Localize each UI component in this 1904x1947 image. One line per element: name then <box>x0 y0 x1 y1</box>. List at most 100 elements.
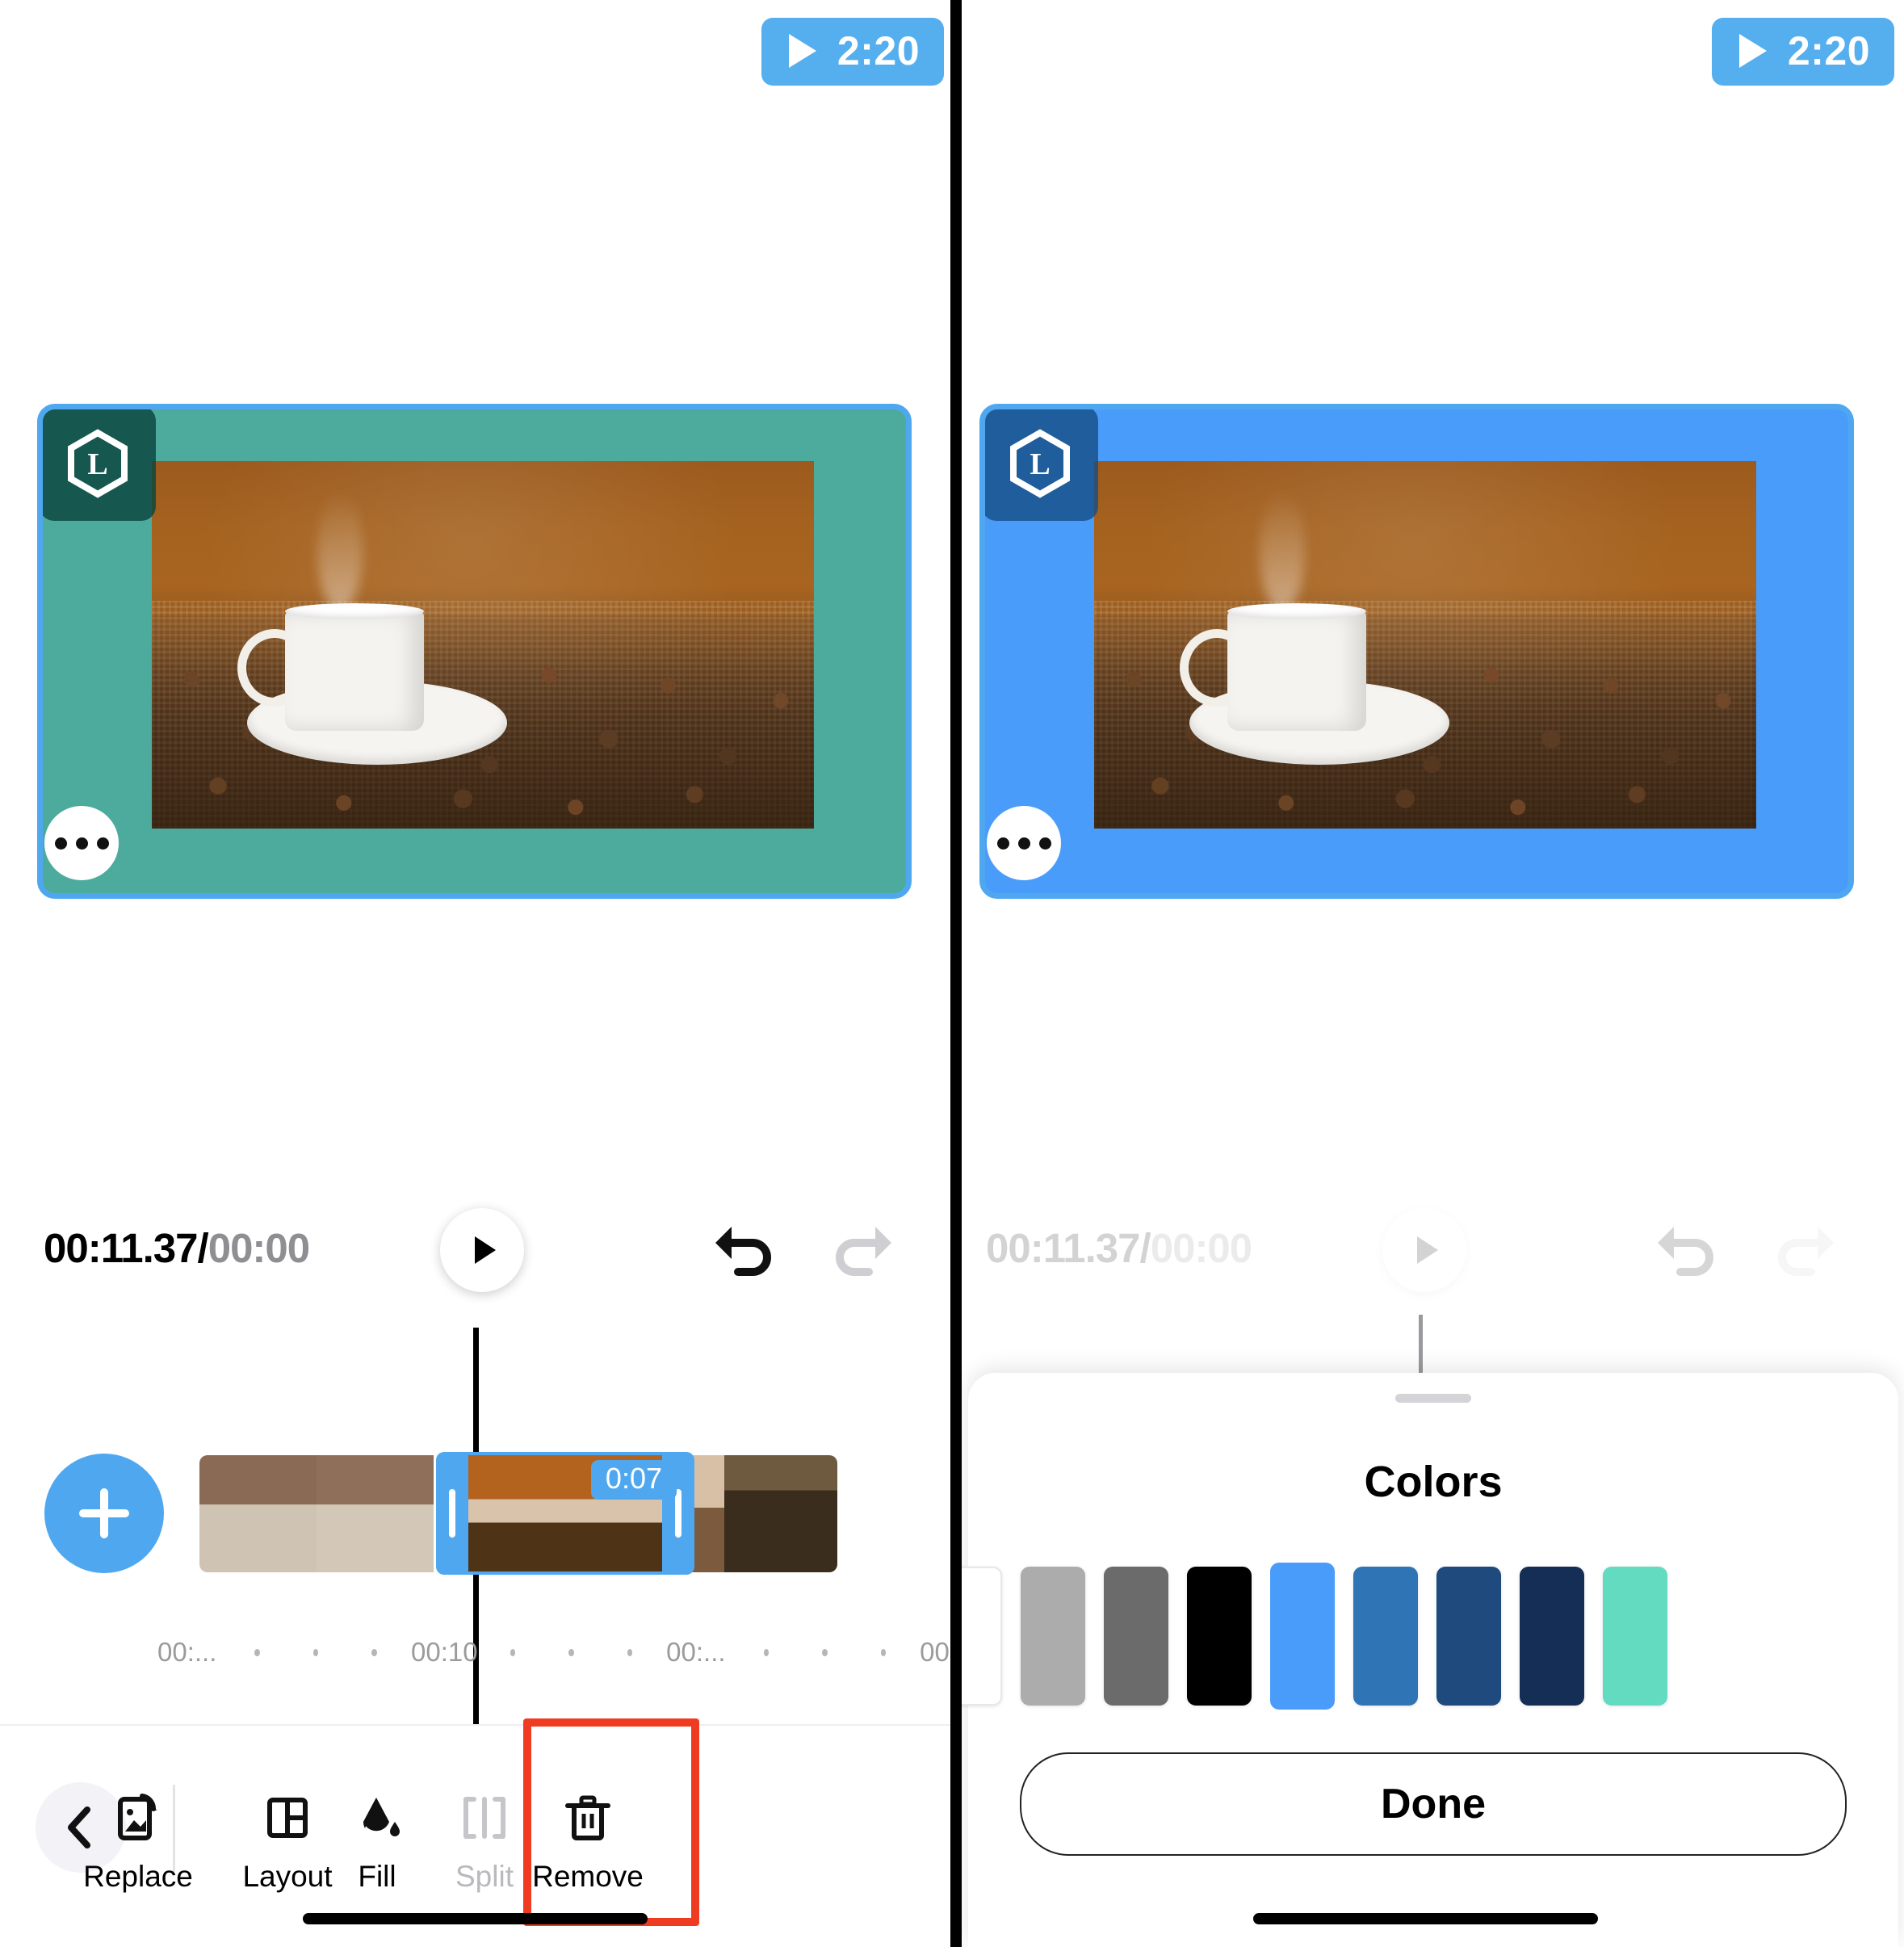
trim-handle-left[interactable] <box>449 1489 455 1538</box>
colors-sheet: Colors Done <box>962 1373 1898 1947</box>
play-icon <box>1416 1236 1438 1264</box>
sheet-title: Colors <box>1364 1458 1503 1506</box>
add-media-button[interactable] <box>44 1454 164 1573</box>
time-separator: / <box>1139 1225 1151 1271</box>
play-button <box>1382 1208 1466 1292</box>
trash-icon <box>560 1789 616 1847</box>
color-swatch-navy-blue[interactable] <box>1436 1567 1501 1706</box>
duration-badge-label: 2:20 <box>837 28 920 73</box>
duration-badge[interactable]: 2:20 <box>1711 18 1894 86</box>
clip-thumbnail <box>199 1455 317 1572</box>
color-swatch-list[interactable] <box>962 1563 1667 1710</box>
ruler-tick <box>822 1648 828 1656</box>
coffee-cup <box>285 603 424 731</box>
sheet-grabber[interactable] <box>1395 1394 1471 1403</box>
hexagon-logo-icon: L <box>43 409 156 521</box>
toolbar-item-label: Split <box>455 1860 514 1893</box>
play-icon <box>1738 34 1767 68</box>
preview-video-frame <box>152 461 814 829</box>
color-swatch-medium-blue[interactable] <box>1353 1567 1418 1706</box>
timeline-clip[interactable] <box>199 1455 434 1572</box>
color-swatch-dark-gray[interactable] <box>1104 1567 1168 1706</box>
video-preview-canvas[interactable]: L <box>979 404 1854 899</box>
paint-bucket-icon <box>349 1789 405 1847</box>
color-swatch-dark-navy[interactable] <box>1520 1567 1584 1706</box>
left-screen: 2:20 L 00:11.37/00:00 0:07 00:... 00:10 … <box>0 0 950 1947</box>
current-time: 00:11.37 <box>986 1225 1141 1271</box>
ellipsis-icon <box>75 837 88 850</box>
color-swatch-mint-teal[interactable] <box>1603 1567 1667 1706</box>
screen-divider <box>950 0 962 1947</box>
ruler-label: 00:... <box>157 1637 217 1667</box>
video-preview-canvas[interactable]: L <box>37 404 912 899</box>
redo-button <box>1771 1215 1839 1287</box>
total-time: 00:00 <box>208 1225 310 1271</box>
play-icon <box>788 34 816 68</box>
dual-screenshot-comparison: 2:20 L 00:11.37/00:00 0:07 00:... 00:10 … <box>0 0 1904 1947</box>
undo-button <box>1653 1215 1721 1287</box>
clip-thumbnail <box>724 1455 837 1572</box>
timeline-clip[interactable] <box>724 1455 837 1572</box>
ellipsis-icon <box>996 837 1009 850</box>
play-button[interactable] <box>440 1208 524 1292</box>
hexagon-logo-icon: L <box>985 409 1098 521</box>
svg-text:L: L <box>87 447 107 481</box>
ellipsis-icon <box>1038 837 1051 850</box>
ruler-tick <box>510 1648 516 1656</box>
timeline-ruler: 00:... 00:10 00:... 00: <box>157 1634 950 1670</box>
cup-rim <box>285 603 424 619</box>
toolbar-item-label: Remove <box>532 1860 644 1893</box>
play-icon <box>474 1236 496 1264</box>
more-options-button[interactable] <box>44 806 119 880</box>
clip-duration-badge: 0:07 <box>590 1460 677 1500</box>
ellipsis-icon <box>1017 837 1030 850</box>
ellipsis-icon <box>96 837 109 850</box>
ruler-tick <box>312 1648 319 1656</box>
time-separator: / <box>197 1225 209 1271</box>
selected-clip[interactable]: 0:07 <box>436 1452 694 1575</box>
ruler-tick <box>880 1648 887 1656</box>
duration-badge[interactable]: 2:20 <box>761 18 944 86</box>
color-swatch-white[interactable] <box>962 1567 1002 1706</box>
more-options-button[interactable] <box>987 806 1061 880</box>
coffee-cup <box>1227 603 1366 731</box>
undo-button[interactable] <box>711 1215 778 1287</box>
editing-toolbar: Replace Layout Fill Split Remove <box>0 1718 950 1947</box>
color-swatch-sky-blue[interactable] <box>1270 1563 1335 1710</box>
total-time: 00:00 <box>1150 1225 1252 1271</box>
right-screen: 2:20 L 00:11.37/00:00 Colors Done <box>962 0 1904 1947</box>
replace-image-icon <box>110 1789 166 1847</box>
steam-wisp <box>317 490 363 611</box>
trim-handle-right[interactable] <box>675 1489 681 1538</box>
ellipsis-icon <box>54 837 67 850</box>
ruler-tick <box>627 1648 633 1656</box>
playback-time-readout: 00:11.37/00:00 <box>986 1224 1252 1272</box>
svg-text:L: L <box>1030 447 1050 481</box>
color-swatch-light-gray[interactable] <box>1021 1567 1085 1706</box>
ruler-label: 00:10 <box>410 1637 478 1667</box>
toolbar-item-replace[interactable]: Replace <box>65 1789 211 1894</box>
home-indicator <box>1253 1913 1598 1924</box>
ruler-tick <box>254 1648 260 1656</box>
toolbar-item-remove[interactable]: Remove <box>515 1789 661 1894</box>
steam-wisp <box>1260 490 1305 611</box>
split-icon <box>456 1789 513 1847</box>
ruler-tick <box>568 1648 574 1656</box>
toolbar-item-label: Replace <box>83 1860 193 1893</box>
done-button[interactable]: Done <box>1020 1752 1847 1856</box>
ruler-label: 00:... <box>666 1637 726 1667</box>
ruler-label: 00: <box>920 1637 950 1667</box>
ruler-tick <box>371 1648 377 1656</box>
toolbar-item-label: Fill <box>358 1860 396 1893</box>
ruler-tick <box>763 1648 770 1656</box>
color-swatch-black[interactable] <box>1187 1567 1252 1706</box>
preview-video-frame <box>1094 461 1756 829</box>
duration-badge-label: 2:20 <box>1787 28 1870 73</box>
cup-rim <box>1227 603 1366 619</box>
timeline-playhead <box>1419 1315 1423 1379</box>
clip-thumbnail <box>317 1455 434 1572</box>
playback-time-readout: 00:11.37/00:00 <box>44 1224 310 1272</box>
redo-button <box>828 1215 896 1287</box>
home-indicator <box>303 1913 648 1924</box>
plus-icon <box>100 1488 108 1538</box>
